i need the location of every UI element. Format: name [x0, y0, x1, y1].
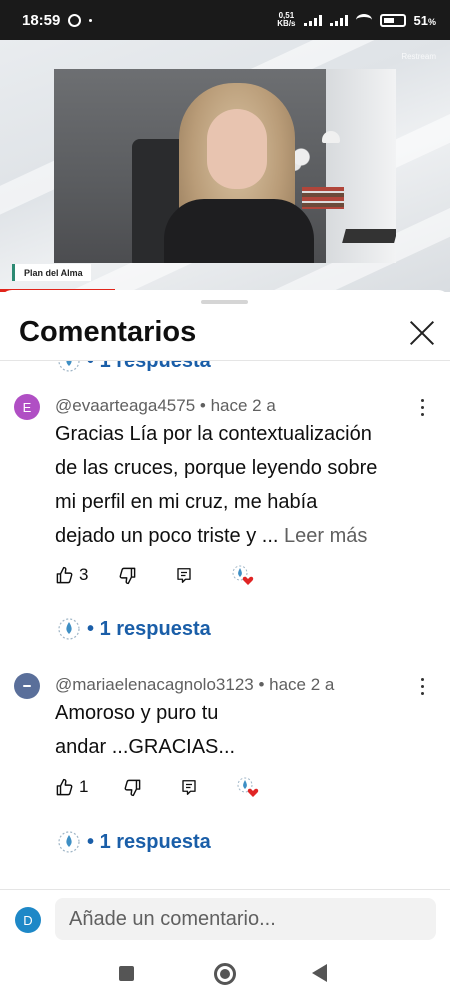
like-count: 1 [79, 777, 89, 796]
close-icon[interactable] [408, 319, 436, 347]
battery-percent: 51% [413, 12, 436, 28]
more-vert-icon[interactable] [414, 676, 430, 698]
signal-2-icon [329, 14, 348, 26]
creator-avatar-icon [57, 830, 81, 854]
creator-avatar-icon [57, 361, 81, 373]
reply-button[interactable] [180, 778, 198, 797]
comment-actions: 3 [55, 564, 255, 586]
dot-icon [89, 18, 93, 22]
creator-heart-icon [236, 776, 260, 798]
recents-icon[interactable] [119, 966, 134, 981]
replies-link[interactable]: • 1 respuesta [57, 617, 211, 641]
battery-icon [379, 13, 406, 27]
wifi-icon [355, 14, 372, 26]
whatsapp-icon [68, 13, 82, 27]
replies-link[interactable]: • 1 respuesta [57, 830, 211, 854]
avatar[interactable] [14, 673, 40, 699]
dislike-button[interactable] [118, 566, 137, 585]
watermark: Restream [401, 52, 436, 61]
comment-text: Amoroso y puro tu andar ...GRACIAS... [55, 702, 236, 758]
reply-button[interactable] [175, 566, 193, 585]
reply-comment-icon [177, 567, 192, 583]
comment-author[interactable]: @mariaelenacagnolo3123 [55, 675, 254, 694]
comment-time: hace 2 a [210, 396, 276, 415]
home-icon[interactable] [214, 963, 236, 985]
back-icon[interactable] [312, 964, 327, 982]
comment-text: Gracias Lía por la contextualización de … [55, 423, 378, 547]
video-frame [54, 69, 396, 263]
thumb-up-icon [56, 778, 73, 795]
reply-comment-icon [182, 779, 197, 795]
comment-meta: @evaarteaga4575 • hace 2 a [55, 396, 276, 415]
status-bar: 18:59 0,51 KB/s 51% [0, 0, 450, 40]
signal-1-icon [303, 14, 322, 26]
video-player[interactable]: Restream Plan del Alma [0, 40, 450, 292]
comments-sheet: Comentarios • 1 respuesta E @evaarteaga4… [0, 290, 450, 1000]
network-speed: 0,51 KB/s [277, 11, 296, 28]
creator-avatar-icon [57, 617, 81, 641]
comment-actions: 1 [55, 776, 260, 798]
like-button[interactable]: 3 [55, 565, 88, 585]
status-time: 18:59 [22, 11, 61, 29]
like-count: 3 [79, 565, 89, 584]
dislike-button[interactable] [123, 778, 142, 797]
comment-time: hace 2 a [269, 675, 335, 694]
sheet-title: Comentarios [19, 316, 197, 348]
more-vert-icon[interactable] [414, 397, 430, 419]
like-button[interactable]: 1 [55, 777, 88, 797]
divider [0, 889, 450, 890]
comments-list[interactable]: • 1 respuesta E @evaarteaga4575 • hace 2… [0, 361, 450, 889]
read-more-link[interactable]: Leer más [284, 525, 367, 547]
avatar[interactable]: E [14, 394, 40, 420]
previous-replies-link[interactable]: • 1 respuesta [57, 361, 211, 373]
drag-handle[interactable] [201, 300, 248, 304]
comment-meta: @mariaelenacagnolo3123 • hace 2 a [55, 675, 335, 694]
thumb-down-icon [125, 779, 141, 796]
add-comment-input[interactable]: Añade un comentario... [55, 898, 436, 940]
lower-third-label: Plan del Alma [12, 264, 91, 281]
thumb-down-icon [120, 567, 136, 584]
creator-heart-icon [231, 564, 255, 586]
system-nav-bar [0, 950, 450, 1000]
comment-author[interactable]: @evaarteaga4575 [55, 396, 195, 415]
user-avatar[interactable]: D [15, 907, 41, 933]
thumb-up-icon [56, 566, 73, 583]
